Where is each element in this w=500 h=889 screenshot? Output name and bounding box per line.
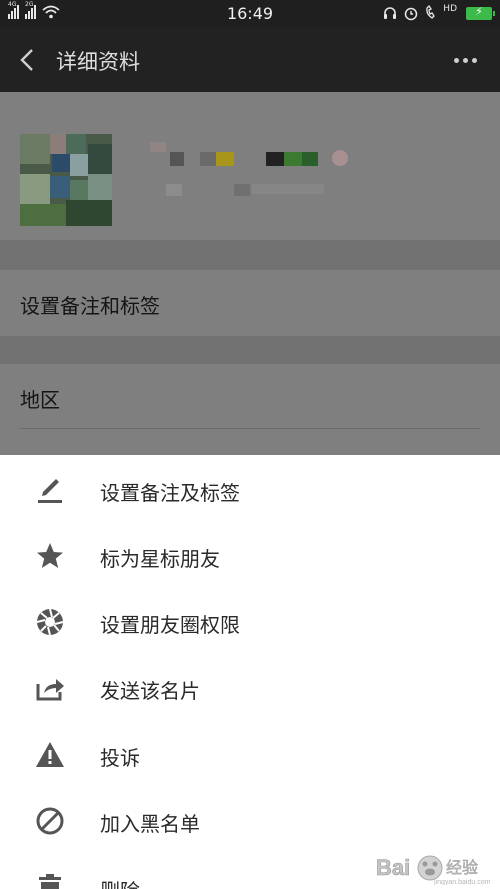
alarm-icon	[405, 7, 418, 21]
star-icon	[37, 543, 63, 568]
svg-text:经验: 经验	[446, 858, 478, 877]
action-sheet: 设置备注及标签 标为星标朋友 设置朋友圈权限 发送该名片 投诉 加入黑名单 Ba…	[0, 455, 500, 889]
pencil-icon	[38, 479, 62, 503]
status-right: HD ⚡	[382, 4, 495, 21]
battery-icon: ⚡	[466, 5, 495, 20]
aperture-icon	[36, 608, 64, 636]
more-dots-icon	[453, 57, 459, 63]
row-region-label: 地区	[20, 388, 60, 412]
row-remark-label: 设置备注和标签	[20, 294, 160, 318]
title-bar: 详细资料	[0, 28, 500, 92]
menu-label-delete: 删除	[100, 875, 140, 889]
status-bar: 4G 2G 16:49 HD ⚡	[0, 0, 500, 28]
chevron-left-icon	[20, 49, 33, 71]
svg-text:Bai: Bai	[376, 855, 410, 880]
menu-item-set-remark[interactable]: 设置备注及标签	[0, 457, 500, 523]
avatar	[20, 134, 112, 226]
menu-label-moments-permission: 设置朋友圈权限	[100, 613, 240, 637]
warning-icon	[36, 742, 64, 767]
back-button[interactable]	[12, 44, 44, 76]
svg-text:jingyan.baidu.com: jingyan.baidu.com	[433, 879, 491, 885]
menu-label-set-remark: 设置备注及标签	[100, 481, 240, 505]
divider	[20, 428, 480, 429]
menu-item-blacklist[interactable]: 加入黑名单	[0, 788, 500, 854]
menu-item-send-card[interactable]: 发送该名片	[0, 655, 500, 721]
page-title: 详细资料	[56, 50, 140, 74]
block-icon	[36, 807, 64, 835]
profile-card	[0, 92, 500, 240]
name-redacted	[150, 142, 166, 152]
menu-item-report[interactable]: 投诉	[0, 722, 500, 788]
row-remark[interactable]: 设置备注和标签	[0, 270, 500, 336]
background-page: 设置备注和标签 地区	[0, 92, 500, 455]
menu-label-send-card: 发送该名片	[100, 679, 200, 703]
hd-label: HD	[443, 4, 457, 14]
headset-icon	[384, 7, 397, 19]
menu-item-star-friend[interactable]: 标为星标朋友	[0, 523, 500, 589]
menu-item-moments-permission[interactable]: 设置朋友圈权限	[0, 589, 500, 655]
menu-label-report: 投诉	[100, 746, 140, 770]
row-region[interactable]: 地区	[0, 364, 500, 455]
baidu-watermark-logo: Bai 经验 jingyan.baidu.com	[374, 851, 492, 886]
menu-label-star-friend: 标为星标朋友	[100, 547, 220, 571]
trash-icon	[39, 874, 61, 889]
share-icon	[36, 679, 64, 701]
section-gap	[0, 240, 500, 270]
menu-label-blacklist: 加入黑名单	[100, 812, 200, 836]
more-button[interactable]	[450, 48, 480, 72]
id-redacted	[166, 184, 182, 196]
section-gap-2	[0, 336, 500, 364]
